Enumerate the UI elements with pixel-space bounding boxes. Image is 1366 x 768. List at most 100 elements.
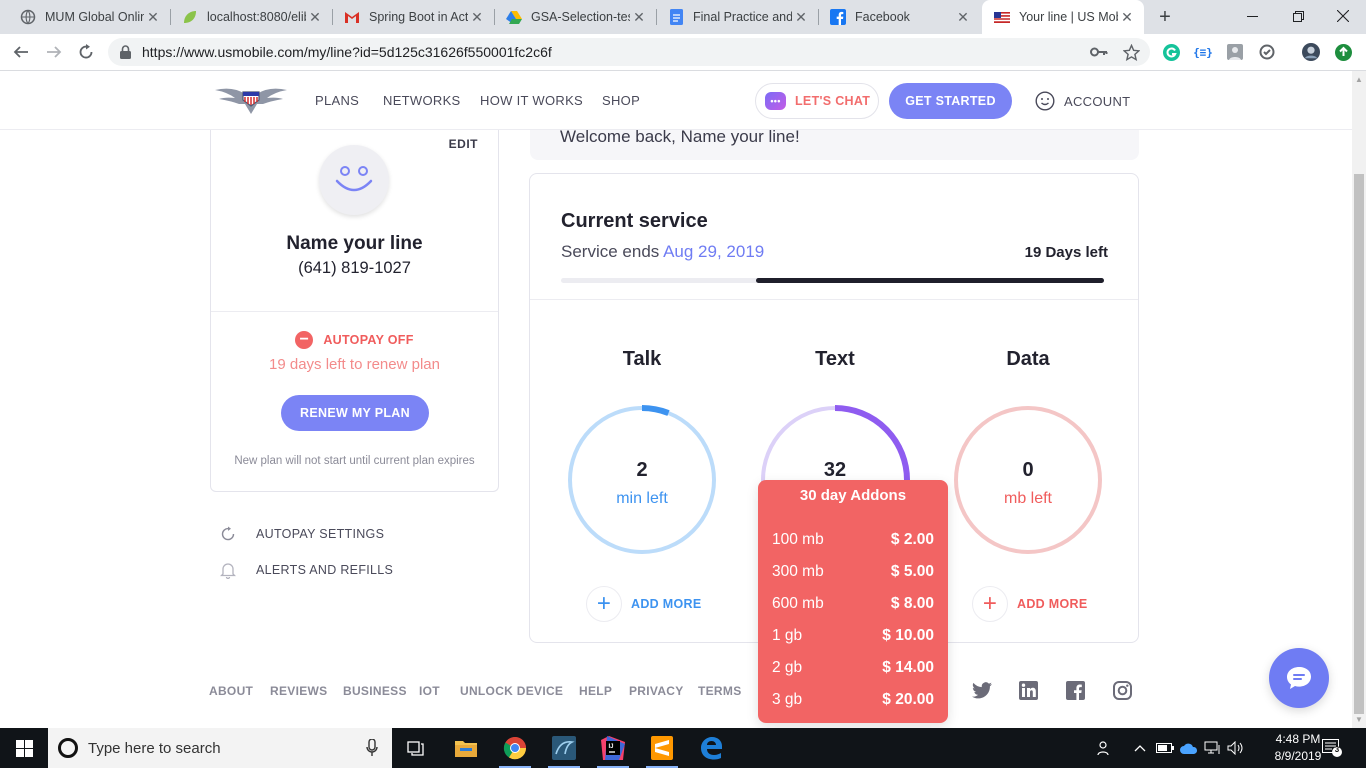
action-center-button[interactable]: 3 (1322, 739, 1342, 757)
addon-option[interactable]: 3 gb $ 20.00 (772, 691, 934, 709)
linkedin-icon[interactable] (1018, 680, 1038, 700)
line-avatar[interactable] (319, 145, 389, 215)
days-left: 19 Days left (1024, 244, 1108, 261)
footer-iot[interactable]: IOT (419, 684, 440, 698)
forward-button[interactable] (41, 39, 67, 65)
footer-business[interactable]: BUSINESS (343, 684, 407, 698)
get-started-button[interactable]: GET STARTED (889, 83, 1012, 119)
taskbar-edge[interactable] (687, 728, 735, 768)
clock-time: 4:48 PM (1275, 732, 1321, 746)
facebook-icon[interactable] (1065, 680, 1085, 700)
browser-tab[interactable]: MUM Global Online ✕ (8, 0, 170, 34)
scroll-up-arrow[interactable]: ▲ (1355, 75, 1363, 84)
taskbar-clock[interactable]: 4:48 PM 8/9/2019 (1268, 731, 1328, 765)
key-icon[interactable] (1090, 43, 1108, 61)
browser-tab[interactable]: localhost:8080/elib ✕ (170, 0, 332, 34)
extension-photo-icon[interactable] (1226, 43, 1244, 61)
talk-add-more-button[interactable]: + ADD MORE (586, 586, 701, 622)
people-icon[interactable] (1096, 739, 1114, 757)
windows-start-button[interactable] (0, 728, 48, 768)
nav-plans[interactable]: PLANS (315, 93, 359, 108)
back-button[interactable] (8, 39, 34, 65)
data-add-more-button[interactable]: + ADD MORE (972, 586, 1087, 622)
footer-help[interactable]: HELP (579, 684, 612, 698)
addon-option[interactable]: 2 gb $ 14.00 (772, 659, 934, 677)
json-viewer-icon[interactable]: {≡} (1193, 43, 1213, 61)
network-icon[interactable] (1204, 739, 1222, 757)
close-tab-icon[interactable]: ✕ (144, 8, 162, 26)
footer-unlock-device[interactable]: UNLOCK DEVICE (460, 684, 563, 698)
instagram-icon[interactable] (1112, 680, 1132, 700)
profile-avatar[interactable] (1302, 43, 1320, 61)
volume-icon[interactable] (1227, 739, 1245, 757)
reload-button[interactable] (73, 39, 99, 65)
taskbar-chrome[interactable] (491, 728, 539, 768)
facebook-icon (830, 9, 846, 25)
renew-plan-button[interactable]: RENEW MY PLAN (281, 395, 429, 431)
footer-privacy[interactable]: PRIVACY (629, 684, 684, 698)
microphone-icon[interactable] (366, 739, 378, 757)
taskbar-search[interactable]: Type here to search (48, 728, 392, 768)
tab-title: Final Practice and (693, 10, 792, 24)
sync-extension-icon[interactable] (1258, 43, 1276, 61)
chrome-update-icon[interactable] (1334, 43, 1352, 61)
divider (530, 299, 1138, 300)
close-tab-icon[interactable]: ✕ (954, 8, 972, 26)
onedrive-icon[interactable] (1180, 739, 1198, 757)
footer-terms[interactable]: TERMS (698, 684, 742, 698)
new-tab-button[interactable]: + (1154, 6, 1176, 28)
addon-price: $ 14.00 (882, 659, 934, 676)
footer-reviews[interactable]: REVIEWS (270, 684, 327, 698)
us-mobile-logo[interactable] (215, 82, 287, 116)
browser-tab[interactable]: Final Practice and ✕ (656, 0, 818, 34)
nav-how-it-works[interactable]: HOW IT WORKS (480, 93, 583, 108)
scroll-down-arrow[interactable]: ▼ (1355, 715, 1363, 724)
twitter-icon[interactable] (972, 680, 992, 700)
taskbar-mysql-workbench[interactable] (540, 728, 588, 768)
taskbar-file-explorer[interactable] (442, 728, 490, 768)
talk-usage: Talk 2 min left + ADD MORE (552, 348, 732, 622)
autopay-settings-link[interactable]: AUTOPAY SETTINGS (218, 524, 384, 544)
taskbar-intellij[interactable]: IJ (589, 728, 637, 768)
maximize-button[interactable] (1275, 0, 1321, 32)
browser-tab[interactable]: Spring Boot in Action ✕ (332, 0, 494, 34)
tray-expand-icon[interactable] (1131, 739, 1149, 757)
talk-value: 2 (636, 459, 648, 481)
account-menu[interactable]: ACCOUNT (1035, 91, 1130, 111)
nav-networks[interactable]: NETWORKS (383, 93, 461, 108)
addon-option[interactable]: 600 mb $ 8.00 (772, 595, 934, 613)
taskbar-sublime-text[interactable] (638, 728, 686, 768)
alerts-refills-link[interactable]: ALERTS AND REFILLS (218, 560, 393, 580)
close-tab-icon[interactable]: ✕ (468, 8, 486, 26)
minimize-button[interactable] (1229, 0, 1275, 32)
addon-option[interactable]: 1 gb $ 10.00 (772, 627, 934, 645)
close-tab-icon[interactable]: ✕ (630, 8, 648, 26)
address-bar[interactable]: https://www.usmobile.com/my/line?id=5d12… (108, 38, 1150, 66)
page-scrollbar[interactable]: ▲ ▼ (1352, 71, 1366, 728)
browser-tab[interactable]: GSA-Selection-test ✕ (494, 0, 656, 34)
footer-about[interactable]: ABOUT (209, 684, 253, 698)
close-tab-icon[interactable]: ✕ (306, 8, 324, 26)
battery-icon[interactable] (1156, 739, 1174, 757)
nav-shop[interactable]: SHOP (602, 93, 640, 108)
addon-option[interactable]: 100 mb $ 2.00 (772, 531, 934, 549)
close-window-button[interactable] (1320, 0, 1366, 32)
lets-chat-button[interactable]: ••• LET'S CHAT (755, 83, 879, 119)
grammarly-icon[interactable] (1162, 43, 1180, 61)
close-tab-icon[interactable]: ✕ (792, 8, 810, 26)
chat-support-button[interactable] (1269, 648, 1329, 708)
close-tab-icon[interactable]: ✕ (1118, 8, 1136, 26)
chat-icon (1287, 667, 1311, 689)
bookmark-star-icon[interactable] (1122, 43, 1140, 61)
site-header: PLANS NETWORKS HOW IT WORKS SHOP ••• LET… (0, 71, 1352, 130)
chrome-icon (503, 737, 527, 760)
scroll-thumb[interactable] (1354, 174, 1364, 714)
browser-tab-active[interactable]: Your line | US Mob ✕ (982, 0, 1144, 34)
browser-tab[interactable]: Facebook ✕ (818, 0, 980, 34)
us-flag-icon (994, 9, 1010, 25)
task-view-button[interactable] (392, 728, 440, 768)
notification-count: 3 (1334, 745, 1340, 754)
edit-link[interactable]: EDIT (449, 137, 478, 151)
addon-option[interactable]: 300 mb $ 5.00 (772, 563, 934, 581)
account-label: ACCOUNT (1064, 93, 1131, 109)
